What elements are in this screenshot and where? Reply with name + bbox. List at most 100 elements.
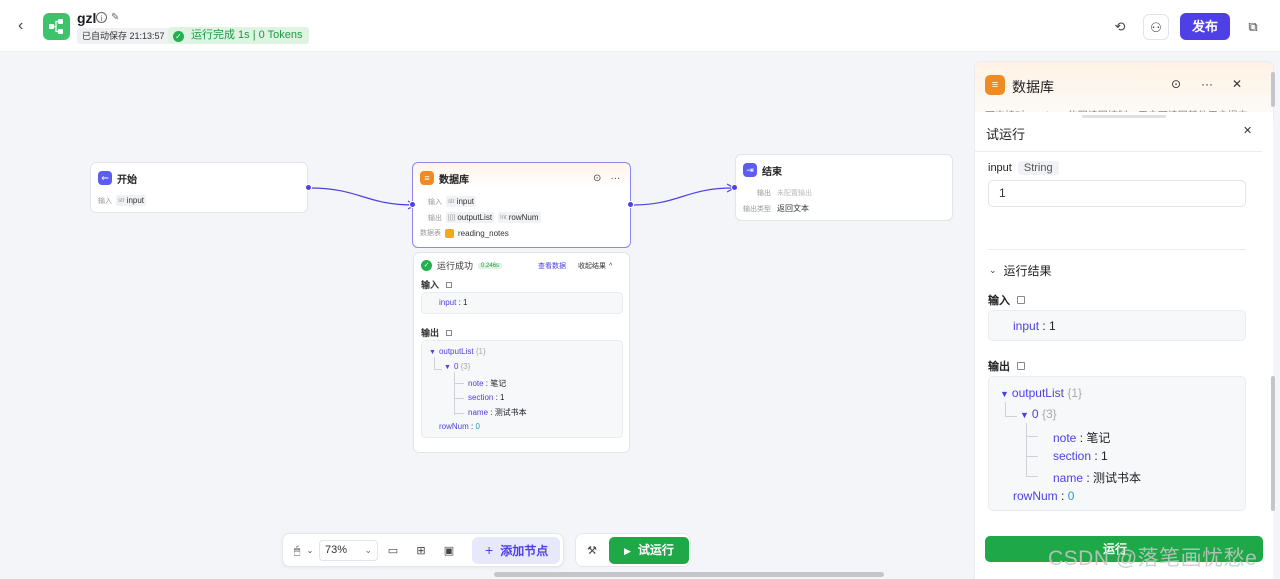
start-input-type: str [118,197,125,204]
end-output-type-value: 返回文本 [777,204,809,213]
db-output1-name: outputList [457,213,493,222]
collapse-result-link[interactable]: 收起结果 [578,261,606,271]
top-header: ‹ gzl i ✎ 已自动保存 21:13:57 ✓ 运行完成 1s | 0 To… [0,0,1280,52]
panel-title: 数据库 [1012,79,1054,95]
layout-icon[interactable]: ⊞ [413,543,429,559]
panel-scrollbar-top[interactable] [1271,72,1275,107]
history-icon[interactable]: ⟲ [1107,14,1133,40]
item-count: {3} [460,362,471,371]
database-node-title: 数据库 [439,174,469,186]
node-run-result-card: ✓ 运行成功 0.246s 查看数据 收起结果 ^ 输入 input : 1 输出 ▼ o… [413,252,630,453]
panel-scrollbar[interactable] [1271,376,1275,511]
end-input-port[interactable] [731,184,738,191]
add-node-button[interactable]: + 添加节点 [472,537,560,564]
zoom-select[interactable]: 73% ⌄ [319,540,378,561]
result-input-value: 1 [463,298,468,307]
database-node[interactable]: ≡ 数据库 ⊙ ··· 输入 str input 输出 [{}] outputList Int… [412,162,631,248]
result-output-label: 输出 [421,328,440,338]
csdn-watermark: CSDN @落笔画忧愁e [1048,547,1258,570]
success-check-icon: ✓ [421,260,432,271]
panel-output-list-count: {1} [1067,386,1083,400]
expand-icon[interactable]: ▼ [1000,389,1009,399]
result-input-block: input : 1 [421,292,623,314]
copy-window-icon[interactable]: ⧉ [1240,14,1266,40]
note-value: 笔记 [490,379,507,388]
copy-input-icon[interactable] [446,281,453,288]
chevron-down-icon[interactable]: ⌄ [989,265,997,276]
chevron-down-icon: ⌄ [364,545,372,555]
horizontal-scrollbar[interactable] [494,572,884,577]
end-output-value: 未配置输出 [777,190,812,197]
back-arrow-icon[interactable]: ‹ [18,17,34,35]
end-node-title: 结束 [762,166,782,178]
start-node[interactable]: ⇐ 开始 输入 str input [90,162,308,213]
panel-name-value: 测试书本 [1093,471,1142,485]
result-duration: 0.246s [478,262,503,269]
section-key: section [468,393,494,402]
run-status-badge: ✓ 运行完成 1s | 0 Tokens [168,27,310,44]
panel-note-key: note [1053,431,1077,445]
trial-run-title: 试运行 [986,127,1026,142]
expand-icon[interactable]: ▼ [429,349,436,356]
database-input-port[interactable] [409,201,416,208]
close-icon[interactable]: ✕ [1243,124,1252,137]
panel-note-value: 笔记 [1086,431,1111,445]
copy-output-icon[interactable] [446,329,453,336]
run-status-text: 运行完成 1s | 0 Tokens [191,29,303,41]
close-icon[interactable]: ✕ [1232,77,1242,91]
publish-button[interactable]: 发布 [1180,13,1230,40]
expand-icon[interactable]: ▼ [1020,410,1029,420]
name-key: name [468,408,489,417]
db-input-name: input [456,197,475,206]
table-icon [445,228,454,238]
db-output2-name: rowNum [508,213,539,222]
panel-input-label: 输入 [988,295,1010,307]
canvas-toolbar: 🖱 ⌄ 73% ⌄ ▭ ⊞ ▣ + 添加节点 [282,533,564,567]
app-logo-icon [43,13,70,40]
database-icon: ≡ [420,171,434,185]
chevron-down-icon[interactable]: ⌄ [302,543,318,559]
end-output-type-label: 输出类型 [743,205,771,213]
comment-icon[interactable]: ▭ [385,543,401,559]
node-run-icon[interactable]: ⊙ [593,173,601,184]
edge-database-to-end [631,187,734,206]
end-output-label: 输出 [757,190,771,197]
panel-input-value: 1 [1049,319,1056,333]
autosave-label: 已自动保存 21:13:57 [77,28,170,44]
start-input-name: input [126,196,145,205]
param-name: input [988,162,1012,174]
panel-name-key: name [1053,471,1084,485]
copy-icon[interactable] [1017,296,1025,304]
edge-start-to-database [308,187,415,206]
info-icon[interactable]: i [96,12,107,23]
app-name: gzl [77,10,97,26]
collaborator-icon[interactable]: ⚇ [1143,14,1169,40]
more-icon[interactable]: ··· [1201,77,1213,91]
debug-tool-icon[interactable]: ⚒ [584,543,600,559]
edit-icon[interactable]: ✎ [111,12,122,23]
run-node-icon[interactable]: ⊙ [1171,77,1181,91]
end-node[interactable]: ⇥ 结束 输出 未配置输出 输出类型 返回文本 [735,154,953,221]
copy-icon[interactable] [1017,362,1025,370]
result-status: 运行成功 [437,261,474,271]
database-icon: ≡ [985,75,1005,95]
param-type: String [1017,161,1059,175]
minimap-icon[interactable]: ▣ [441,543,457,559]
start-node-title: 开始 [117,174,137,186]
param-input-field[interactable]: 1 [988,180,1246,207]
panel-output-label: 输出 [988,361,1010,373]
panel-item-key: 0 [1031,407,1039,421]
panel-rownum-value: 0 [1067,489,1075,503]
panel-section-key: section [1053,449,1092,463]
chevron-up-icon[interactable]: ^ [609,263,612,270]
database-output-port[interactable] [627,201,634,208]
panel-drag-handle[interactable] [1082,115,1166,118]
trial-run-button[interactable]: ▶ 试运行 [609,537,689,564]
view-data-link[interactable]: 查看数据 [538,261,566,271]
expand-icon[interactable]: ▼ [444,364,451,371]
node-more-icon[interactable]: ··· [610,173,620,184]
result-input-label: 输入 [421,280,440,290]
db-output-label: 输出 [428,214,442,222]
play-icon: ▶ [624,546,631,556]
start-output-port[interactable] [305,184,312,191]
